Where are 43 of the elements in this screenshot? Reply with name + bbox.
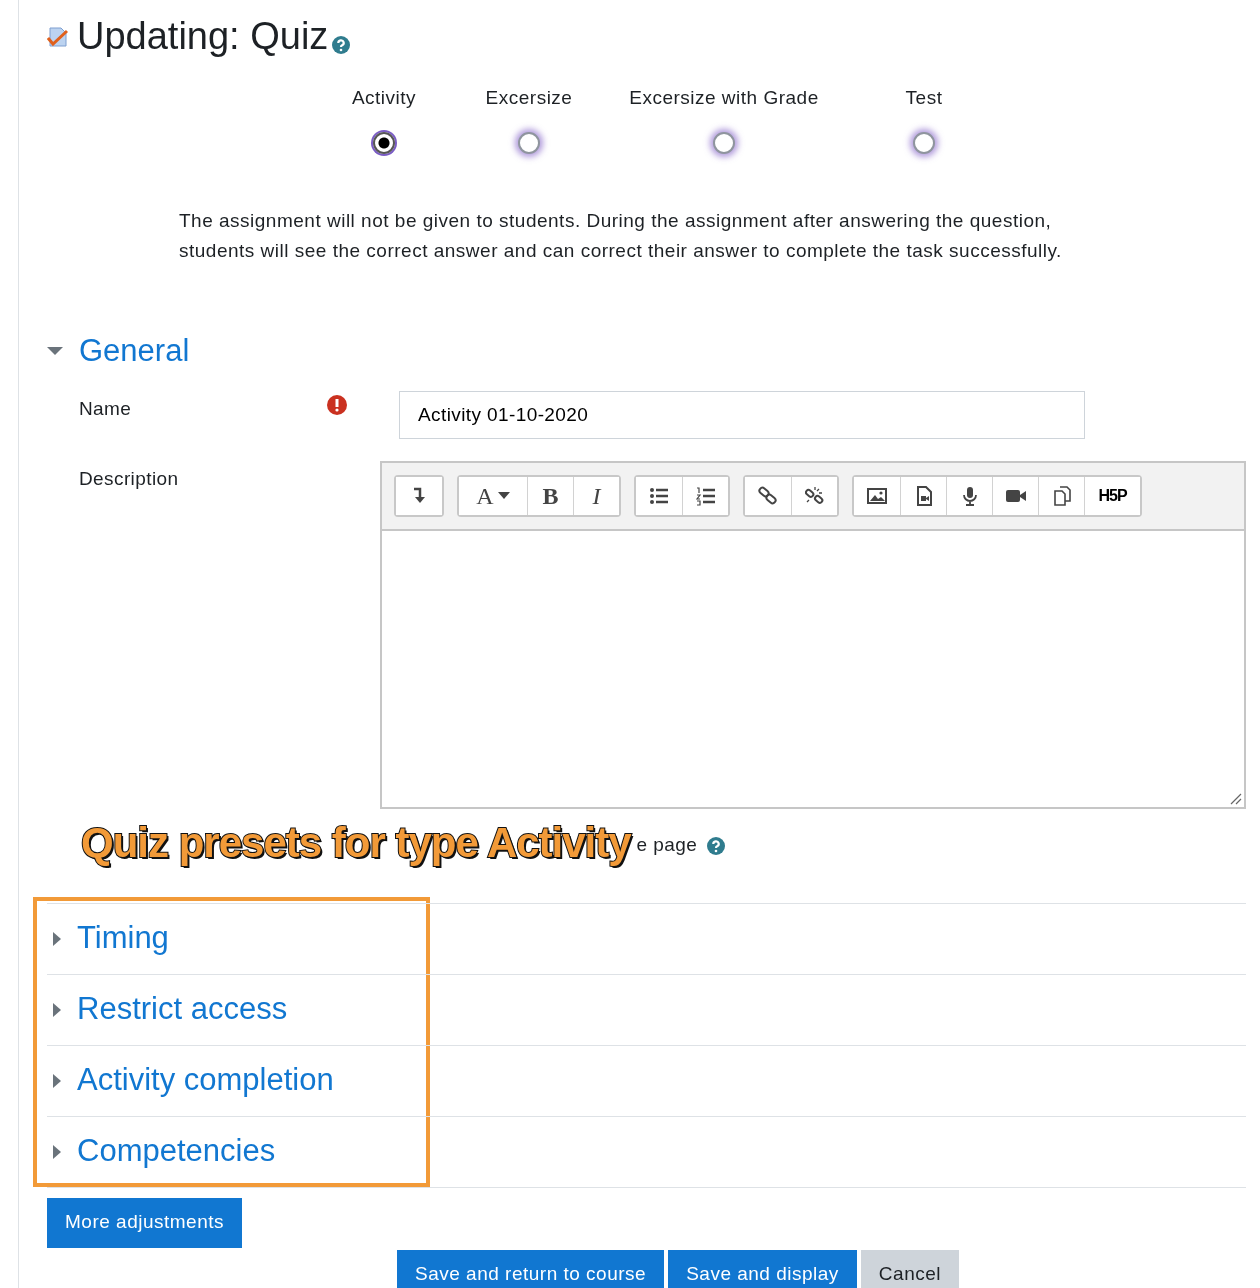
down-arrow-button[interactable]	[396, 476, 442, 515]
name-input-field[interactable]: Activity 01-10-2020	[399, 390, 1085, 439]
section-title[interactable]: Restrict access	[77, 986, 288, 1033]
unlink-icon	[804, 485, 825, 506]
preset-description: The assignment will not be given to students. During the assignment after answering the question, students will see the correct answer and can correct their answer to complete the task successfully.	[179, 209, 1063, 264]
radio-button[interactable]	[913, 132, 935, 155]
help-icon[interactable]	[332, 35, 351, 54]
checkbox-label: e page	[636, 833, 698, 858]
section-title[interactable]: General	[79, 328, 190, 375]
checked-document-icon	[47, 25, 69, 48]
page-title: Updating: Quiz	[77, 14, 329, 59]
numbered-list-icon	[695, 485, 716, 506]
radio-label: Excersize	[485, 85, 573, 110]
section-title[interactable]: Competencies	[77, 1128, 276, 1175]
caret-icon	[497, 491, 510, 500]
radio-button[interactable]	[373, 132, 395, 155]
section-title[interactable]: Activity completion	[77, 1057, 334, 1104]
radio-button[interactable]	[518, 132, 540, 155]
caret-icon[interactable]	[51, 1072, 63, 1089]
field-label: Description	[79, 467, 179, 489]
numbered-list-button[interactable]	[682, 476, 728, 515]
caret-icon[interactable]	[51, 930, 63, 947]
annotation-caption: Quiz presets for type Activity	[81, 818, 631, 869]
radio-label: Excersize with Grade	[629, 85, 819, 110]
more-adjustments-button[interactable]: More adjustments	[47, 1197, 242, 1248]
image-icon	[867, 485, 887, 506]
save-button[interactable]: Save and display	[668, 1249, 857, 1288]
field-label: Name	[79, 396, 132, 421]
caret-icon[interactable]	[51, 1001, 63, 1018]
unlink-button[interactable]	[791, 476, 837, 515]
help-icon[interactable]	[707, 836, 726, 855]
link-icon	[758, 485, 778, 506]
toolbar-button[interactable]: I	[573, 476, 619, 515]
bullet-list-icon	[649, 485, 669, 506]
radio-button[interactable]	[713, 132, 735, 155]
section-title[interactable]: Timing	[77, 915, 169, 962]
toolbar-button[interactable]: H5P	[1084, 476, 1140, 515]
copy-icon	[1051, 485, 1072, 506]
save-button[interactable]: Save and return to course	[397, 1249, 665, 1288]
caret-icon[interactable]	[51, 1143, 63, 1160]
cancel-button[interactable]: Cancel	[860, 1249, 959, 1288]
radio-label: Activity	[351, 85, 417, 110]
radio-label: Test	[905, 85, 943, 110]
